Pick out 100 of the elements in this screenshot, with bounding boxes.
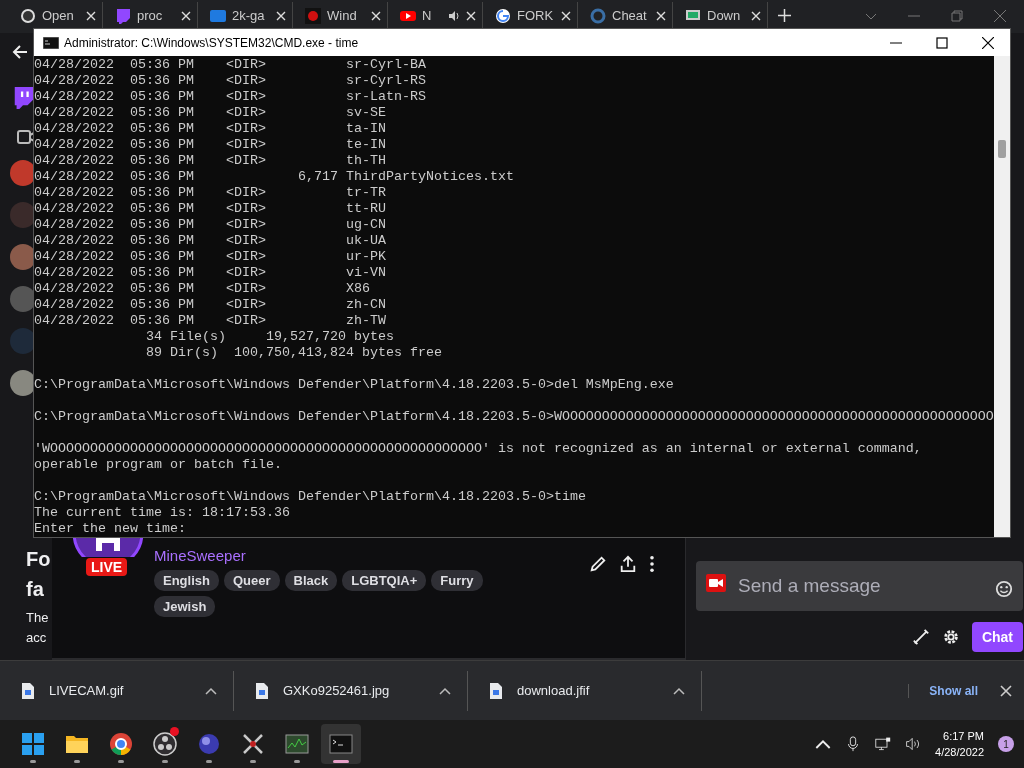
tab-title: 2k-ga bbox=[232, 8, 266, 23]
tab-title: Cheat bbox=[612, 8, 648, 23]
running-indicator bbox=[333, 760, 349, 763]
close-tab-icon[interactable] bbox=[371, 10, 381, 21]
console-line: C:\ProgramData\Microsoft\Windows Defender\Platform\4.18.2203.5-0>del MsMpEng.exe bbox=[34, 377, 675, 393]
start-icon bbox=[21, 732, 45, 756]
file-name: LIVECAM.gif bbox=[49, 683, 125, 698]
stream-tag[interactable]: Furry bbox=[431, 570, 483, 591]
volume-icon[interactable] bbox=[905, 736, 922, 752]
chat-button[interactable]: Chat bbox=[971, 622, 1023, 652]
running-indicator bbox=[30, 760, 36, 763]
favicon-icon bbox=[495, 7, 511, 24]
close-tab-icon[interactable] bbox=[751, 10, 761, 21]
more-options-icon[interactable] bbox=[649, 555, 655, 573]
back-arrow-icon[interactable] bbox=[12, 44, 28, 60]
console-line: C:\ProgramData\Microsoft\Windows Defender\Platform\4.18.2203.5-0>WOOOOOOOOOOOOOOOOOOOOOOOOOOOOOOOOOOOOOOOOOOOOOOOOOOOOOO bbox=[34, 409, 994, 425]
favicon-icon bbox=[210, 7, 226, 24]
taskbar-app[interactable] bbox=[321, 724, 361, 764]
window-title: Administrator: C:\Windows\SYSTEM32\CMD.exe - time bbox=[64, 35, 359, 50]
channel-avatar[interactable] bbox=[10, 244, 36, 270]
sword-icon[interactable] bbox=[911, 628, 930, 646]
close-tab-icon[interactable] bbox=[466, 10, 476, 21]
console-line: 04/28/2022 05:36 PM <DIR> tr-TR bbox=[34, 185, 387, 201]
show-all-link[interactable]: Show all bbox=[908, 683, 978, 698]
console-line: 04/28/2022 05:36 PM <DIR> sr-Cyrl-RS bbox=[34, 73, 427, 89]
console-line: 04/28/2022 05:36 PM <DIR> ur-PK bbox=[34, 249, 387, 265]
close-tab-icon[interactable] bbox=[86, 10, 96, 21]
console-line: 04/28/2022 05:36 PM <DIR> ta-IN bbox=[34, 121, 387, 137]
share-icon[interactable] bbox=[619, 555, 637, 573]
file-icon bbox=[256, 682, 268, 699]
console-line: C:\ProgramData\Microsoft\Windows Defender\Platform\4.18.2203.5-0>time bbox=[34, 489, 587, 505]
heading-text: Fo bbox=[26, 547, 52, 572]
download-item[interactable]: download.jfif bbox=[468, 670, 702, 711]
clock-date: 4/28/2022 bbox=[935, 745, 984, 760]
swords-icon bbox=[241, 732, 265, 756]
body-text: The bbox=[26, 609, 50, 627]
console-line: The current time is: 18:17:53.36 bbox=[34, 505, 291, 521]
speaker-icon[interactable] bbox=[448, 9, 460, 22]
caret-icon[interactable] bbox=[205, 686, 217, 695]
console-line: 04/28/2022 05:36 PM <DIR> te-IN bbox=[34, 137, 387, 153]
close-tab-icon[interactable] bbox=[181, 10, 191, 21]
console-line: 04/28/2022 05:36 PM <DIR> sv-SE bbox=[34, 105, 387, 121]
notification-badge[interactable]: 1 bbox=[998, 736, 1014, 752]
close-icon[interactable] bbox=[982, 36, 994, 49]
twitch-logo-icon[interactable] bbox=[12, 86, 34, 110]
chrome-icon bbox=[109, 732, 133, 756]
channel-avatar[interactable] bbox=[10, 370, 36, 396]
close-tab-icon[interactable] bbox=[561, 10, 571, 21]
live-badge: LIVE bbox=[86, 558, 128, 576]
stream-tag[interactable]: Queer bbox=[223, 570, 280, 591]
console-line: 04/28/2022 05:36 PM <DIR> sr-Latn-RS bbox=[34, 89, 427, 105]
console-line: 04/28/2022 05:36 PM <DIR> uk-UA bbox=[34, 233, 387, 249]
favicon-icon bbox=[115, 7, 131, 24]
stream-tag[interactable]: LGBTQIA+ bbox=[342, 570, 427, 591]
settings-icon[interactable] bbox=[941, 628, 960, 646]
running-indicator bbox=[250, 760, 256, 763]
network-icon[interactable] bbox=[875, 736, 892, 752]
file-icon bbox=[22, 682, 34, 699]
terminal-icon bbox=[329, 732, 353, 756]
caret-icon[interactable] bbox=[439, 686, 451, 695]
download-item[interactable]: GXKo9252461.jpg bbox=[234, 670, 468, 711]
message-field[interactable]: Send a message bbox=[696, 561, 1023, 611]
favicon-icon bbox=[305, 7, 321, 24]
favicon-icon bbox=[590, 7, 606, 24]
stream-tag[interactable]: Black bbox=[284, 570, 338, 591]
channel-avatar[interactable] bbox=[10, 328, 36, 354]
favicon-icon bbox=[20, 7, 36, 24]
file-name: download.jfif bbox=[517, 683, 591, 698]
close-tab-icon[interactable] bbox=[656, 10, 666, 21]
camera-icon[interactable] bbox=[706, 574, 726, 592]
clock-time: 6:17 PM bbox=[943, 729, 984, 744]
channel-avatar[interactable] bbox=[10, 202, 36, 228]
file-name: GXKo9252461.jpg bbox=[283, 683, 391, 698]
console-line: 04/28/2022 05:36 PM <DIR> th-TH bbox=[34, 153, 387, 169]
console-line: 04/28/2022 05:36 PM <DIR> sr-Cyrl-BA bbox=[34, 57, 427, 73]
download-item[interactable]: LIVECAM.gif bbox=[0, 670, 234, 711]
emoji-icon[interactable] bbox=[995, 580, 1013, 598]
channel-avatar[interactable] bbox=[10, 286, 36, 312]
category-link[interactable]: MineSweeper bbox=[154, 547, 494, 564]
scrollbar[interactable] bbox=[994, 56, 1010, 537]
tab-title: Open bbox=[42, 8, 75, 23]
stream-tag[interactable]: Jewish bbox=[154, 596, 216, 617]
message-input[interactable]: Send a message bbox=[736, 574, 985, 598]
caret-icon[interactable] bbox=[673, 686, 685, 695]
pencil-icon[interactable] bbox=[589, 555, 607, 573]
stream-tag[interactable]: English bbox=[154, 570, 219, 591]
scrollbar-thumb[interactable] bbox=[998, 140, 1006, 158]
restore-icon[interactable] bbox=[951, 10, 963, 22]
running-indicator bbox=[74, 760, 80, 763]
close-tab-icon[interactable] bbox=[276, 10, 286, 21]
console-line: 'WOOOOOOOOOOOOOOOOOOOOOOOOOOOOOOOOOOOOOOOOOOOOOOOOOOOOOO' is not recognized as an internal or external command, bbox=[34, 441, 923, 457]
heading-text: fa bbox=[26, 577, 45, 602]
console-line: 04/28/2022 05:36 PM <DIR> X86 bbox=[34, 281, 371, 297]
console-line: 04/28/2022 05:36 PM <DIR> ug-CN bbox=[34, 217, 387, 233]
streamer-avatar[interactable] bbox=[72, 537, 144, 557]
console-line: Enter the new time: bbox=[34, 521, 187, 537]
console-line: operable program or batch file. bbox=[34, 457, 283, 473]
channel-avatar[interactable] bbox=[10, 160, 36, 186]
maximize-icon[interactable] bbox=[936, 36, 948, 49]
new-tab-icon[interactable] bbox=[778, 9, 791, 22]
